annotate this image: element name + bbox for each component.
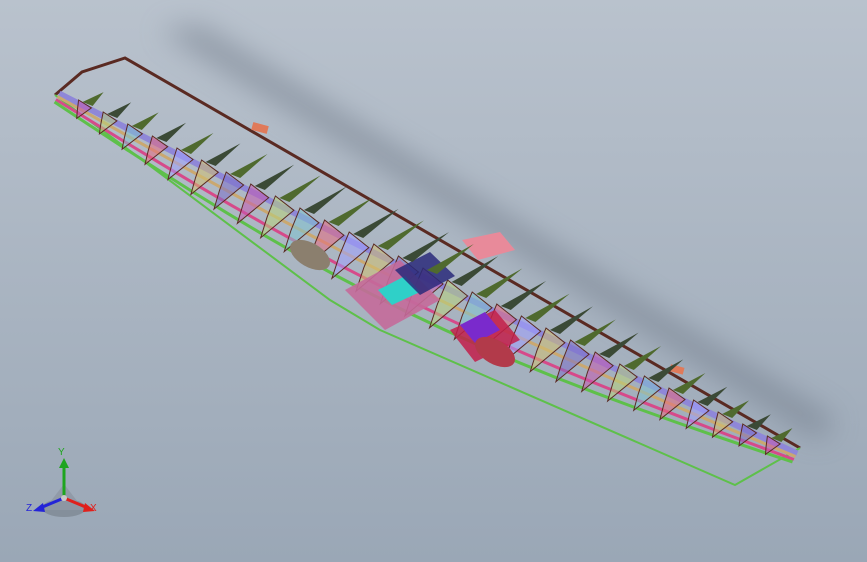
z-axis-arrow (33, 503, 45, 512)
rib-fin-12 (353, 208, 399, 238)
triad-origin (61, 495, 67, 501)
rib-fin-11 (328, 197, 373, 226)
leading-edge (54, 56, 801, 450)
rib-fin-21 (574, 319, 616, 346)
rib-fin-5 (181, 133, 214, 154)
y-axis-arrow (59, 458, 69, 468)
rib-fin-18 (500, 280, 547, 310)
rib-fin-20 (550, 306, 593, 334)
rib-fin-3 (131, 112, 159, 130)
rib-fin-10 (304, 186, 347, 214)
cad-viewport[interactable]: Y Z X (0, 0, 867, 562)
axis-triad[interactable]: Y Z X (22, 448, 106, 524)
rib-fin-19 (525, 293, 570, 322)
rib-fin-6 (205, 143, 241, 166)
rib-fin-8 (254, 164, 295, 190)
wing-assembly-model[interactable] (0, 0, 867, 562)
rib-fin-7 (230, 154, 268, 178)
rib-fin-13 (377, 220, 424, 250)
rib-fin-4 (156, 122, 187, 142)
x-axis-label: X (90, 503, 97, 514)
z-axis-label: Z (26, 503, 33, 514)
rib-fin-2 (107, 102, 132, 118)
rib-fin-9 (279, 175, 321, 202)
y-axis-label: Y (58, 447, 65, 458)
rib-top-fins (82, 92, 793, 442)
